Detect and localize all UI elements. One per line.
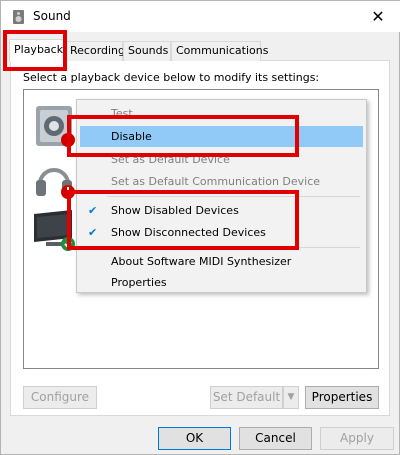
configure-button[interactable]: Configure [23,386,97,409]
sound-dialog: Sound ✕ Playback Recording Sounds Commun… [0,0,400,455]
menu-item-disable[interactable]: Disable [80,126,363,147]
headphones-device-icon [36,168,75,199]
ok-button[interactable]: OK [158,427,231,450]
tab-communications[interactable]: Communications [171,41,268,61]
close-button[interactable]: ✕ [355,1,400,32]
list-item[interactable] [32,104,76,148]
menu-separator [107,196,360,197]
tab-playback[interactable]: Playback [9,39,65,62]
set-default-button[interactable]: Set Default [210,386,283,409]
context-menu: Test Disable Set as Default Device Set a… [76,99,367,293]
menu-item-set-default-device[interactable]: Set as Default Device [80,149,363,170]
menu-separator [107,247,360,248]
list-item[interactable] [32,156,76,200]
menu-item-properties[interactable]: Properties [80,272,363,293]
menu-item-test[interactable]: Test [80,103,363,124]
monitor-device-icon [34,210,75,251]
menu-item-label: Show Disconnected Devices [111,226,266,239]
cancel-button[interactable]: Cancel [239,427,312,450]
apply-button[interactable]: Apply [320,427,394,450]
tab-recording[interactable]: Recording [65,41,125,61]
tab-sounds[interactable]: Sounds [123,41,171,61]
menu-item-show-disabled-devices[interactable]: ✔ Show Disabled Devices [80,200,363,221]
instruction-text: Select a playback device below to modify… [23,71,320,84]
speaker-icon [13,10,24,24]
checkmark-icon: ✔ [88,226,98,239]
speaker-device-icon [36,106,75,147]
menu-item-set-default-communication-device[interactable]: Set as Default Communication Device [80,171,363,192]
list-item[interactable] [32,208,76,252]
menu-item-show-disconnected-devices[interactable]: ✔ Show Disconnected Devices [80,222,363,243]
checkmark-icon: ✔ [88,204,98,217]
title-bar[interactable]: Sound ✕ [1,1,400,32]
properties-button[interactable]: Properties [305,386,379,409]
menu-item-label: Show Disabled Devices [111,204,239,217]
chevron-down-icon[interactable]: ▼ [283,386,299,409]
window-title: Sound [33,9,71,23]
menu-item-about-midi[interactable]: About Software MIDI Synthesizer [80,251,363,272]
close-icon: ✕ [371,7,385,26]
